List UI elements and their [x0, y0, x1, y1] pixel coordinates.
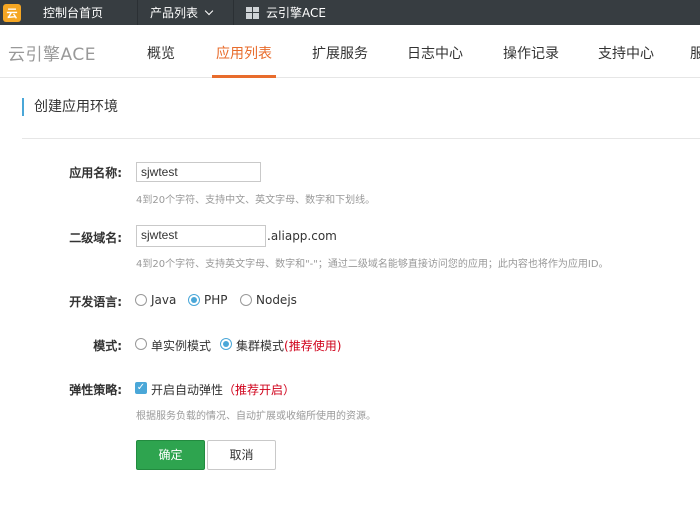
main-nav: 云引擎ACE 概览 应用列表 扩展服务 日志中心 操作记录 支持中心 服 — [0, 25, 700, 78]
divider — [22, 138, 700, 139]
top-bar: 云 控制台首页 产品列表 云引擎ACE — [0, 0, 700, 25]
domain-input[interactable]: sjwtest — [136, 225, 266, 247]
nav-item-app-list[interactable]: 应用列表 — [216, 43, 272, 63]
elastic-label: 弹性策略: — [69, 383, 122, 397]
nav-active-underline — [212, 75, 276, 78]
page-title: 创建应用环境 — [22, 98, 118, 116]
grid-icon — [246, 6, 260, 19]
radio-php[interactable] — [188, 294, 200, 306]
radio-single-instance[interactable] — [135, 338, 147, 350]
language-label: 开发语言: — [69, 295, 122, 309]
console-home-link[interactable]: 控制台首页 — [31, 0, 137, 25]
radio-java[interactable] — [135, 294, 147, 306]
mode-label: 模式: — [93, 339, 122, 353]
app-name-hint: 4到20个字符、支持中文、英文字母、数字和下划线。 — [136, 195, 376, 206]
aliyun-logo-icon[interactable]: 云 — [3, 3, 21, 22]
products-dropdown[interactable]: 产品列表 — [137, 0, 233, 25]
elastic-hint: 根据服务负载的情况、自动扩展或收缩所使用的资源。 — [136, 411, 376, 422]
recommended-note: (推荐使用) — [284, 339, 342, 353]
app-name-label: 应用名称: — [69, 166, 122, 180]
domain-label: 二级域名: — [69, 231, 122, 245]
nav-item-overview[interactable]: 概览 — [147, 43, 175, 63]
cluster-mode-text: 集群模式 — [236, 339, 285, 353]
elastic-checkbox[interactable]: ✓ — [135, 382, 147, 394]
elastic-option[interactable]: 开启自动弹性（推荐开启） — [151, 381, 295, 398]
confirm-button[interactable]: 确定 — [136, 440, 205, 470]
console-home-label: 控制台首页 — [43, 6, 104, 20]
radio-nodejs[interactable] — [240, 294, 252, 306]
current-product-tab[interactable]: 云引擎ACE — [233, 0, 338, 25]
option-php[interactable]: PHP — [204, 293, 228, 307]
elastic-recommended-note: （推荐开启） — [223, 383, 296, 397]
current-product-label: 云引擎ACE — [266, 6, 326, 20]
nav-item-support[interactable]: 支持中心 — [598, 43, 654, 63]
brand-title: 云引擎ACE — [8, 45, 96, 65]
option-cluster[interactable]: 集群模式(推荐使用) — [236, 337, 341, 354]
domain-hint: 4到20个字符、支持英文字母、数字和"-"；通过二级域名能够直接访问您的应用；此… — [136, 259, 609, 270]
radio-cluster[interactable] — [220, 338, 232, 350]
app-name-input[interactable]: sjwtest — [136, 162, 261, 182]
products-label: 产品列表 — [150, 6, 199, 20]
domain-suffix: .aliapp.com — [267, 229, 337, 243]
chevron-down-icon — [204, 6, 214, 15]
option-single-instance[interactable]: 单实例模式 — [151, 337, 211, 354]
nav-item-extensions[interactable]: 扩展服务 — [312, 43, 368, 63]
nav-item-logs[interactable]: 日志中心 — [407, 43, 463, 63]
nav-item-more[interactable]: 服 — [690, 43, 700, 63]
option-java[interactable]: Java — [151, 293, 176, 307]
nav-item-operation-records[interactable]: 操作记录 — [503, 43, 559, 63]
cancel-button[interactable]: 取消 — [207, 440, 276, 470]
elastic-checkbox-label: 开启自动弹性 — [151, 383, 224, 397]
option-nodejs[interactable]: Nodejs — [256, 293, 297, 307]
